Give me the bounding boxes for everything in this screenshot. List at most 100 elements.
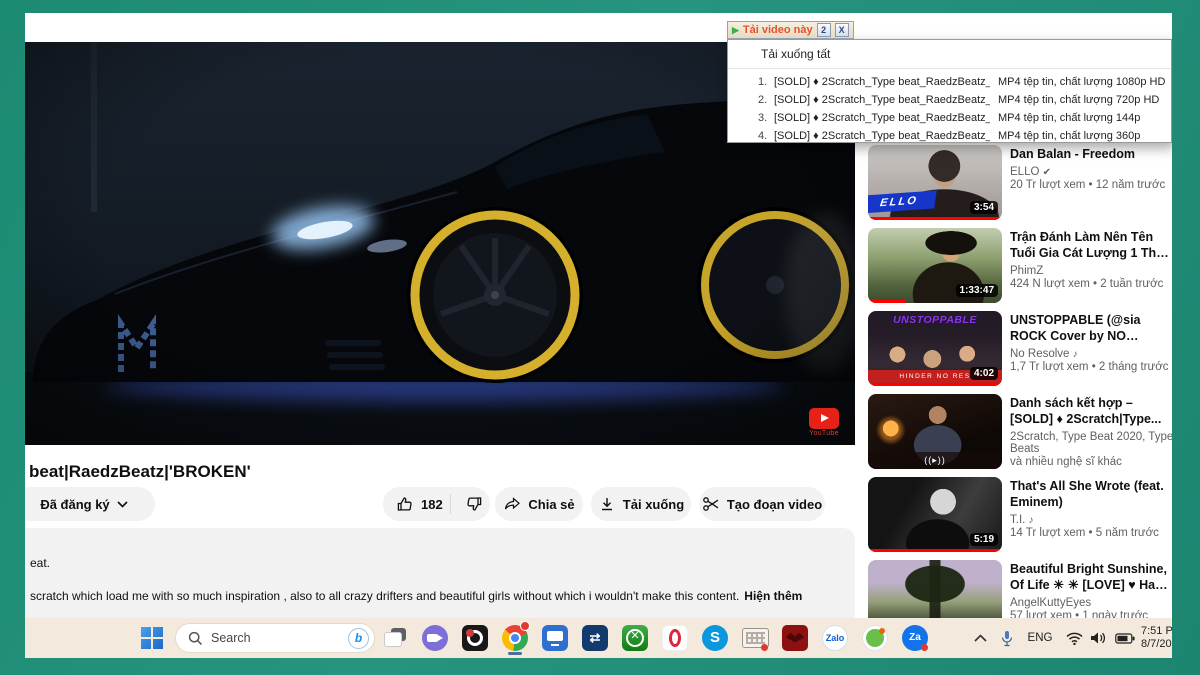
option-filename: [SOLD] ♦ 2Scratch_Type beat_RaedzBeatz_'… bbox=[774, 130, 990, 142]
duration-badge: 3:54 bbox=[970, 201, 998, 214]
channel-name[interactable]: AngelKuttyEyes bbox=[1010, 597, 1172, 609]
remote-desktop-icon[interactable] bbox=[541, 623, 569, 652]
video-thumbnail[interactable]: ((▸)) bbox=[868, 394, 1002, 469]
create-clip-button[interactable]: Tạo đoạn video bbox=[699, 487, 825, 521]
task-view-icon[interactable] bbox=[381, 623, 409, 652]
duration-badge: 4:02 bbox=[970, 367, 998, 380]
related-video-title[interactable]: Dan Balan - Freedom bbox=[1010, 146, 1172, 162]
option-number: 4. bbox=[758, 130, 774, 142]
related-videos-list: ELLO 3:54 Dan Balan - Freedom ELLO ✔ 20 … bbox=[868, 145, 1172, 643]
ime-keyboard-icon[interactable] bbox=[741, 623, 769, 652]
notification-badge bbox=[520, 621, 530, 631]
video-meta: 1,7 Tr lượt xem • 2 tháng trước bbox=[1010, 361, 1172, 373]
video-thumbnail[interactable]: UNSTOPPABLE HINDER NO RES 4:02 bbox=[868, 311, 1002, 386]
windows-taskbar: Search b ⇄ S Zalo Za bbox=[25, 618, 1172, 658]
option-number: 2. bbox=[758, 94, 774, 106]
desktop-background: YouTube beat|RaedzBeatz|'BROKEN' Đã đăng… bbox=[0, 0, 1200, 675]
channel-name[interactable]: PhimZ bbox=[1010, 265, 1172, 277]
related-video-title[interactable]: Beautiful Bright Sunshine, Of Life ☀ ☀ [… bbox=[1010, 561, 1172, 593]
taskbar-search-input[interactable]: Search b bbox=[175, 623, 375, 653]
speaker-icon[interactable] bbox=[1087, 618, 1109, 658]
thumb-up-icon bbox=[396, 495, 414, 513]
download-option[interactable]: 3. [SOLD] ♦ 2Scratch_Type beat_RaedzBeat… bbox=[728, 109, 1171, 127]
related-video-title[interactable]: Danh sách kết hợp – [SOLD] ♦ 2Scratch|Ty… bbox=[1010, 395, 1172, 427]
scissors-icon bbox=[702, 495, 720, 513]
channel-name[interactable]: No Resolve ♪ bbox=[1010, 348, 1172, 360]
channel-name[interactable]: 2Scratch, Type Beat 2020, Type Beats bbox=[1010, 431, 1172, 455]
option-number: 1. bbox=[758, 76, 774, 88]
bing-icon[interactable]: b bbox=[348, 628, 369, 649]
video-meta: 424 N lượt xem • 2 tuần trước bbox=[1010, 278, 1172, 290]
opera-icon[interactable] bbox=[661, 623, 689, 652]
related-video-row[interactable]: 5:19 That's All She Wrote (feat. Eminem)… bbox=[868, 477, 1172, 560]
wifi-icon[interactable] bbox=[1063, 618, 1085, 658]
ime-badge bbox=[761, 644, 768, 651]
download-option[interactable]: 2. [SOLD] ♦ 2Scratch_Type beat_RaedzBeat… bbox=[728, 91, 1171, 109]
video-info: That's All She Wrote (feat. Eminem) T.I.… bbox=[1010, 478, 1172, 539]
option-quality: MP4 tệp tin, chất lượng 1080p HD bbox=[998, 76, 1165, 88]
download-option[interactable]: 1. [SOLD] ♦ 2Scratch_Type beat_RaedzBeat… bbox=[728, 73, 1171, 91]
download-button[interactable]: Tải xuống bbox=[591, 487, 691, 521]
watch-progress-bar bbox=[868, 383, 1002, 386]
battery-icon[interactable] bbox=[1113, 618, 1137, 658]
option-number: 3. bbox=[758, 112, 774, 124]
download-helper-panel: Tải xuống tất 1. [SOLD] ♦ 2Scratch_Type … bbox=[727, 39, 1172, 143]
share-button[interactable]: Chia sẻ bbox=[495, 487, 583, 521]
description-line: scratch which load me with so much inspi… bbox=[30, 589, 845, 603]
video-info: UNSTOPPABLE (@sia ROCK Cover by NO RESOL… bbox=[1010, 312, 1172, 373]
clock-time: 7:51 PM bbox=[1141, 625, 1172, 638]
related-video-row[interactable]: UNSTOPPABLE HINDER NO RES 4:02 UNSTOPPAB… bbox=[868, 311, 1172, 394]
download-helper-tab[interactable]: ▶ Tải video này 2 X bbox=[727, 21, 854, 39]
youtube-watermark[interactable]: YouTube bbox=[807, 408, 841, 437]
related-video-row[interactable]: ((▸)) Danh sách kết hợp – [SOLD] ♦ 2Scra… bbox=[868, 394, 1172, 477]
channel-name[interactable]: T.I. ♪ bbox=[1010, 514, 1172, 526]
related-video-row[interactable]: ELLO 3:54 Dan Balan - Freedom ELLO ✔ 20 … bbox=[868, 145, 1172, 228]
like-button[interactable]: 182 bbox=[383, 495, 443, 513]
start-button-icon[interactable] bbox=[141, 627, 163, 649]
coccoc-icon[interactable] bbox=[861, 623, 889, 652]
clock-date: 8/7/2023 bbox=[1141, 638, 1172, 651]
taskbar-clock[interactable]: 7:51 PM 8/7/2023 bbox=[1141, 625, 1172, 651]
skype-icon[interactable]: S bbox=[701, 623, 729, 652]
chat-app-icon[interactable] bbox=[421, 623, 449, 652]
tray-expand-chevron-icon[interactable] bbox=[969, 618, 991, 658]
related-video-title[interactable]: Trận Đánh Làm Nên Tên Tuổi Gia Cát Lượng… bbox=[1010, 229, 1172, 261]
watch-progress-bar bbox=[868, 217, 1002, 220]
download-icon bbox=[598, 495, 616, 513]
divider bbox=[728, 68, 1171, 69]
description-line: eat. bbox=[30, 556, 50, 570]
microphone-icon[interactable] bbox=[997, 618, 1017, 658]
download-option[interactable]: 4. [SOLD] ♦ 2Scratch_Type beat_RaedzBeat… bbox=[728, 127, 1171, 145]
related-video-title[interactable]: UNSTOPPABLE (@sia ROCK Cover by NO RESOL… bbox=[1010, 312, 1172, 344]
option-quality: MP4 tệp tin, chất lượng 720p HD bbox=[998, 94, 1159, 106]
show-more-link[interactable]: Hiện thêm bbox=[744, 589, 802, 603]
browser-window: YouTube beat|RaedzBeatz|'BROKEN' Đã đăng… bbox=[25, 13, 1172, 658]
call-badge bbox=[921, 644, 928, 651]
video-thumbnail[interactable]: 5:19 bbox=[868, 477, 1002, 552]
action-bar: Đã đăng ký 182 Chia sẻ Tải xuống bbox=[25, 487, 860, 525]
download-all-link[interactable]: Tải xuống tất bbox=[761, 47, 830, 61]
option-filename: [SOLD] ♦ 2Scratch_Type beat_RaedzBeatz_'… bbox=[774, 94, 990, 106]
subscribed-button[interactable]: Đã đăng ký bbox=[25, 487, 155, 521]
play-icon: ▶ bbox=[732, 25, 739, 36]
dislike-button[interactable] bbox=[458, 495, 490, 513]
zalo-icon[interactable]: Zalo bbox=[821, 623, 849, 652]
video-thumbnail[interactable]: 1:33:47 bbox=[868, 228, 1002, 303]
related-video-title[interactable]: That's All She Wrote (feat. Eminem) bbox=[1010, 478, 1172, 510]
like-count: 182 bbox=[421, 497, 443, 512]
xbox-icon[interactable] bbox=[621, 623, 649, 652]
related-video-row[interactable]: 1:33:47 Trận Đánh Làm Nên Tên Tuổi Gia C… bbox=[868, 228, 1172, 311]
tab-count-button[interactable]: 2 bbox=[817, 23, 831, 37]
teamviewer-icon[interactable]: ⇄ bbox=[581, 623, 609, 652]
video-thumbnail[interactable]: ELLO 3:54 bbox=[868, 145, 1002, 220]
search-icon bbox=[188, 631, 203, 646]
tab-close-button[interactable]: X bbox=[835, 23, 849, 37]
red-app-icon[interactable] bbox=[781, 623, 809, 652]
chrome-icon[interactable] bbox=[501, 623, 529, 652]
option-quality: MP4 tệp tin, chất lượng 360p bbox=[998, 130, 1140, 142]
zalo-call-icon[interactable]: Za bbox=[901, 623, 929, 652]
channel-name[interactable]: ELLO ✔ bbox=[1010, 166, 1172, 178]
obs-icon[interactable] bbox=[461, 623, 489, 652]
language-indicator[interactable]: ENG bbox=[1025, 618, 1055, 658]
watch-progress-bar bbox=[868, 549, 1002, 552]
